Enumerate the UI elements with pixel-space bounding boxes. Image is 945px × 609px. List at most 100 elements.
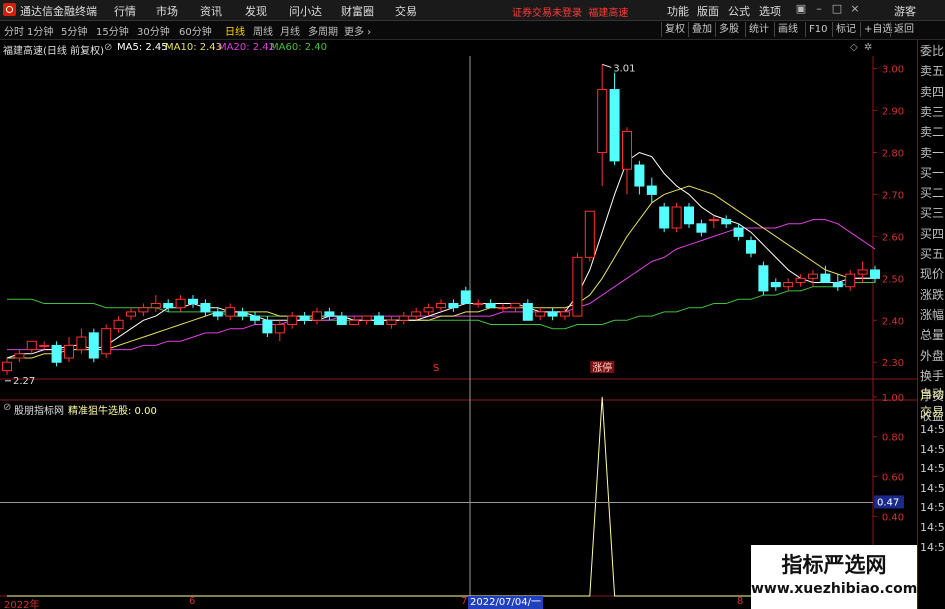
candle-body [212, 311, 223, 317]
auto-trade-label[interactable]: 自动 [920, 385, 944, 402]
candle [250, 311, 260, 325]
candle-body [522, 302, 533, 321]
menu-formula[interactable]: 公式 [728, 3, 750, 19]
overlay-button[interactable]: 叠加 [688, 22, 715, 37]
skin-icon[interactable]: ▣ [794, 2, 808, 16]
menu-layout[interactable]: 版面 [697, 3, 719, 19]
price-tick-label: 2.50 [882, 274, 904, 285]
period-30min[interactable]: 30分钟 [137, 23, 170, 38]
menu-trade[interactable]: 交易 [395, 3, 417, 19]
period-fenshi[interactable]: 分时 [4, 23, 24, 38]
candle [646, 177, 657, 203]
period-monthly[interactable]: 月线 [280, 23, 300, 38]
candle-body [336, 315, 347, 325]
candle [39, 341, 50, 350]
menu-wealth[interactable]: 财富圈 [341, 3, 374, 19]
indicator-settings-icon[interactable]: ⊘ [3, 402, 11, 413]
auto-trade-label[interactable]: 交易 [920, 403, 944, 420]
candle [398, 311, 409, 325]
ma-settings-icon[interactable]: ⊘ [104, 42, 112, 53]
candle [138, 303, 149, 317]
candle [473, 299, 484, 308]
candle-body [349, 319, 360, 325]
panel-item: 现价 [920, 267, 945, 282]
sell-marker: S [433, 363, 439, 374]
trade-status[interactable]: 证券交易未登录 福建高速 [512, 4, 628, 19]
candle [287, 311, 298, 329]
sub-tick-label: 0.80 [882, 433, 904, 444]
menu-quotes[interactable]: 行情 [114, 3, 136, 19]
period-more[interactable]: 更多 › [344, 23, 371, 38]
price-tick-label: 2.40 [882, 316, 904, 327]
fuquan-button[interactable]: 复权 [661, 22, 688, 37]
main-chart-info: 福建高速(日线 前复权) ⊘ MA5: 2.45 MA10: 2.43 MA20… [0, 40, 872, 57]
candle-body [14, 353, 25, 359]
candle-body [299, 315, 310, 321]
candle [622, 127, 632, 195]
back-button[interactable]: 返回 [890, 22, 917, 37]
panel-item: 卖五 [920, 64, 945, 79]
candle-body [808, 273, 818, 279]
ma20-label: MA20: 2.42 [218, 42, 276, 53]
menu-market[interactable]: 市场 [156, 3, 178, 19]
candle [64, 337, 74, 363]
period-60min[interactable]: 60分钟 [179, 23, 212, 38]
panel-item: 买五 [920, 247, 945, 261]
close-icon[interactable]: × [848, 2, 862, 16]
draw-line-button[interactable]: 画线 [774, 22, 801, 37]
candle-body [312, 311, 322, 321]
price-tick-label: 2.80 [882, 148, 904, 159]
candle [584, 210, 595, 262]
menu-news[interactable]: 资讯 [200, 3, 222, 19]
multi-stock-button[interactable]: 多股 [715, 22, 742, 37]
menu-ask[interactable]: 问小达 [289, 3, 322, 19]
order-book-panel: 委比 卖五 卖四 卖三 卖二 卖一 买一 买二 买三 买四 买五 现价 涨跌 涨幅 总量 外盘 换手 净资 收益 自动… [917, 40, 945, 609]
chart-title: 福建高速(日线 前复权) [3, 46, 104, 57]
candle-body [820, 273, 831, 284]
candle-body [386, 319, 397, 325]
period-15min[interactable]: 15分钟 [96, 23, 129, 38]
maximize-icon[interactable]: □ [830, 2, 844, 16]
candle-body [721, 219, 732, 225]
candle-body [634, 164, 645, 187]
candle [758, 261, 769, 296]
stats-button[interactable]: 统计 [745, 22, 772, 37]
f10-button[interactable]: F10 [805, 22, 830, 37]
axis-label-july: 7 [461, 596, 468, 607]
period-5min[interactable]: 5分钟 [61, 23, 87, 38]
candle [845, 269, 856, 291]
period-1min[interactable]: 1分钟 [27, 23, 53, 38]
candle [783, 278, 794, 291]
cursor-date: 2022/07/04/一 [468, 596, 544, 609]
candle-body [163, 302, 174, 309]
candle [188, 295, 198, 308]
candle [374, 311, 384, 325]
period-daily[interactable]: 日线 [225, 23, 245, 38]
candle-body [696, 223, 707, 233]
gear-icon[interactable]: ✲ [864, 42, 872, 53]
trade-time: 14:56 [920, 442, 945, 456]
candle [609, 72, 620, 166]
period-multi[interactable]: 多周期 [308, 23, 338, 38]
current-value-label: 0.47 [877, 497, 899, 508]
candle-body [584, 210, 595, 258]
candle-body [436, 302, 446, 309]
menu-function[interactable]: 功能 [667, 3, 689, 19]
period-weekly[interactable]: 周线 [253, 23, 273, 38]
diamond-icon[interactable]: ◇ [850, 42, 858, 53]
candle-body [572, 256, 583, 317]
panel-item: 买四 [920, 226, 945, 241]
mark-button[interactable]: 标记 [832, 22, 859, 37]
candle [200, 299, 211, 317]
menu-bar: 通达信金融终端 行情 市场 资讯 发现 问小达 财富圈 交易 证券交易未登录 福… [0, 0, 945, 21]
menu-options[interactable]: 选项 [759, 3, 781, 19]
candle-body [361, 315, 372, 321]
kline-chart[interactable]: 3.00 2.90 2.80 2.70 2.60 2.50 2.40 2.30 1.00 0.80… [0, 56, 917, 609]
menu-discover[interactable]: 发现 [245, 3, 267, 19]
candle-body [2, 361, 12, 372]
candle-body [857, 269, 868, 275]
minimize-icon[interactable]: – [812, 2, 826, 16]
panel-item: 卖四 [920, 84, 945, 99]
candle-body [646, 185, 657, 195]
user-label[interactable]: 游客 [894, 3, 916, 19]
